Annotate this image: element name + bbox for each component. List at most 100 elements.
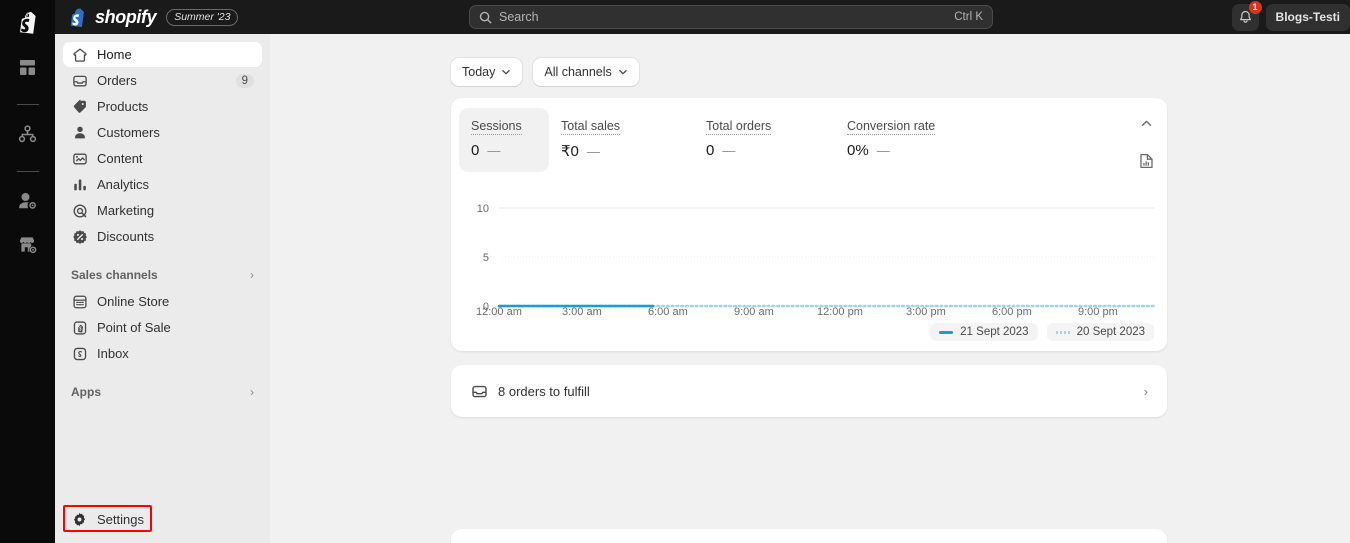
- analytics-overview-card: Sessions 0 — Total sales ₹0 — Total orde…: [451, 98, 1167, 351]
- metric-label: Conversion rate: [847, 119, 936, 135]
- icon-rail: [0, 0, 55, 543]
- gear-icon: [71, 511, 88, 528]
- sidebar-item-discounts[interactable]: Discounts: [63, 224, 262, 249]
- search-shortcut: Ctrl K: [954, 11, 983, 23]
- brand-logo[interactable]: shopify Summer '23: [68, 6, 239, 28]
- settings-label: Settings: [97, 512, 144, 527]
- section-label: Apps: [71, 385, 101, 399]
- sidebar-item-label: Home: [97, 47, 132, 62]
- main-content: Today All channels Sessions 0 — Total sa…: [270, 34, 1350, 543]
- chevron-down-icon: [618, 70, 627, 75]
- store-settings-icon[interactable]: [11, 230, 45, 260]
- collapse-chevron-up-icon[interactable]: [1137, 114, 1155, 132]
- notification-badge: 1: [1248, 0, 1262, 14]
- sidebar-item-label: Discounts: [97, 229, 155, 244]
- sidebar-item-customers[interactable]: Customers: [63, 120, 262, 145]
- filter-bar: Today All channels: [270, 34, 1350, 86]
- sessions-line-chart: 10 5 0: [477, 203, 1157, 313]
- orders-icon: [71, 72, 88, 89]
- search-icon: [479, 11, 492, 23]
- content-icon: [71, 150, 88, 167]
- metric-total-orders[interactable]: Total orders 0 —: [694, 108, 835, 172]
- legend-dotted-swatch: [1055, 330, 1070, 334]
- orders-to-fulfill-card[interactable]: 8 orders to fulfill ›: [451, 365, 1167, 417]
- shopify-bag-icon[interactable]: [11, 6, 45, 38]
- metrics-row: Sessions 0 — Total sales ₹0 — Total orde…: [451, 98, 1167, 172]
- metric-delta: —: [586, 144, 600, 159]
- chevron-right-icon: ›: [250, 268, 254, 282]
- xtick-label: 3:00 am: [562, 306, 602, 318]
- shopify-bag-icon: [70, 8, 84, 27]
- user-name: Blogs-Testi: [1275, 10, 1340, 24]
- sidebar-section-apps[interactable]: Apps ›: [63, 380, 262, 404]
- legend-solid-swatch: [939, 330, 954, 334]
- search-placeholder: Search: [499, 10, 539, 24]
- xtick-label: 6:00 pm: [992, 306, 1032, 318]
- sidebar-item-content[interactable]: Content: [63, 146, 262, 171]
- marketing-icon: [71, 202, 88, 219]
- sidebar-item-products[interactable]: Products: [63, 94, 262, 119]
- date-range-label: Today: [462, 65, 496, 79]
- notifications-button[interactable]: 1: [1231, 0, 1262, 31]
- xtick-label: 9:00 am: [734, 306, 774, 318]
- chart-xaxis: 12:00 am 3:00 am 6:00 am 9:00 am 12:00 p…: [451, 306, 1167, 322]
- sidebar-item-point-of-sale[interactable]: Point of Sale: [63, 315, 262, 340]
- version-badge: Summer '23: [166, 8, 239, 26]
- next-card-partial[interactable]: [451, 529, 1167, 543]
- top-bar-right: 1 Blogs-Testi: [1231, 0, 1350, 34]
- legend-item-current[interactable]: 21 Sept 2023: [930, 323, 1038, 341]
- network-hierarchy-icon[interactable]: [11, 119, 45, 149]
- settings-container: Settings: [63, 507, 144, 532]
- metric-label: Total sales: [561, 119, 621, 135]
- xtick-label: 3:00 pm: [906, 306, 946, 318]
- user-menu-button[interactable]: Blogs-Testi: [1265, 3, 1350, 31]
- orders-to-fulfill-text: 8 orders to fulfill: [498, 383, 590, 399]
- xtick-label: 12:00 pm: [817, 306, 863, 318]
- discounts-icon: [71, 228, 88, 245]
- sidebar-section-sales-channels[interactable]: Sales channels ›: [63, 263, 262, 287]
- xtick-label: 9:00 pm: [1078, 306, 1118, 318]
- metric-value: 0%: [847, 142, 869, 159]
- sidebar-item-label: Inbox: [97, 346, 129, 361]
- user-settings-icon[interactable]: [11, 186, 45, 216]
- rail-divider-2: [16, 171, 39, 172]
- metric-label: Total orders: [706, 119, 772, 135]
- ytick-10: 10: [477, 203, 489, 215]
- metric-delta: —: [487, 143, 501, 158]
- chevron-right-icon: ›: [1143, 383, 1148, 399]
- metric-total-sales[interactable]: Total sales ₹0 —: [549, 108, 694, 172]
- sidebar-item-inbox[interactable]: Inbox: [63, 341, 262, 366]
- orders-count-badge: 9: [235, 73, 254, 88]
- brand-name: shopify: [95, 6, 157, 27]
- metric-value: ₹0: [561, 143, 579, 160]
- sidebar-item-analytics[interactable]: Analytics: [63, 172, 262, 197]
- pos-icon: [71, 319, 88, 336]
- orders-inbox-icon: [470, 382, 488, 400]
- sidebar-item-orders[interactable]: Orders 9: [63, 68, 262, 93]
- storefront-icon: [71, 293, 88, 310]
- sidebar-item-marketing[interactable]: Marketing: [63, 198, 262, 223]
- dashboard-grid-icon[interactable]: [11, 52, 45, 82]
- metric-sessions[interactable]: Sessions 0 —: [459, 108, 549, 172]
- metric-value: 0: [471, 142, 480, 159]
- legend-item-previous[interactable]: 20 Sept 2023: [1046, 323, 1154, 341]
- date-range-filter[interactable]: Today: [451, 58, 523, 86]
- metric-conversion-rate[interactable]: Conversion rate 0% —: [835, 108, 985, 172]
- home-icon: [71, 46, 88, 63]
- metric-delta: —: [722, 143, 736, 158]
- sidebar-item-settings[interactable]: Settings: [63, 507, 144, 532]
- sidebar-item-online-store[interactable]: Online Store: [63, 289, 262, 314]
- view-report-icon[interactable]: [1137, 152, 1155, 170]
- legend-label: 21 Sept 2023: [960, 326, 1029, 338]
- chevron-down-icon: [502, 70, 511, 75]
- sidebar-item-label: Point of Sale: [97, 320, 171, 335]
- channel-filter[interactable]: All channels: [533, 58, 639, 86]
- chevron-right-icon: ›: [250, 385, 254, 399]
- search-input[interactable]: Search Ctrl K: [469, 5, 993, 29]
- ytick-5: 5: [483, 252, 489, 264]
- sidebar-item-label: Products: [97, 99, 149, 114]
- sidebar-item-home[interactable]: Home: [63, 42, 262, 67]
- metric-delta: —: [876, 143, 890, 158]
- inbox-app-icon: [71, 345, 88, 362]
- legend-label: 20 Sept 2023: [1076, 326, 1145, 338]
